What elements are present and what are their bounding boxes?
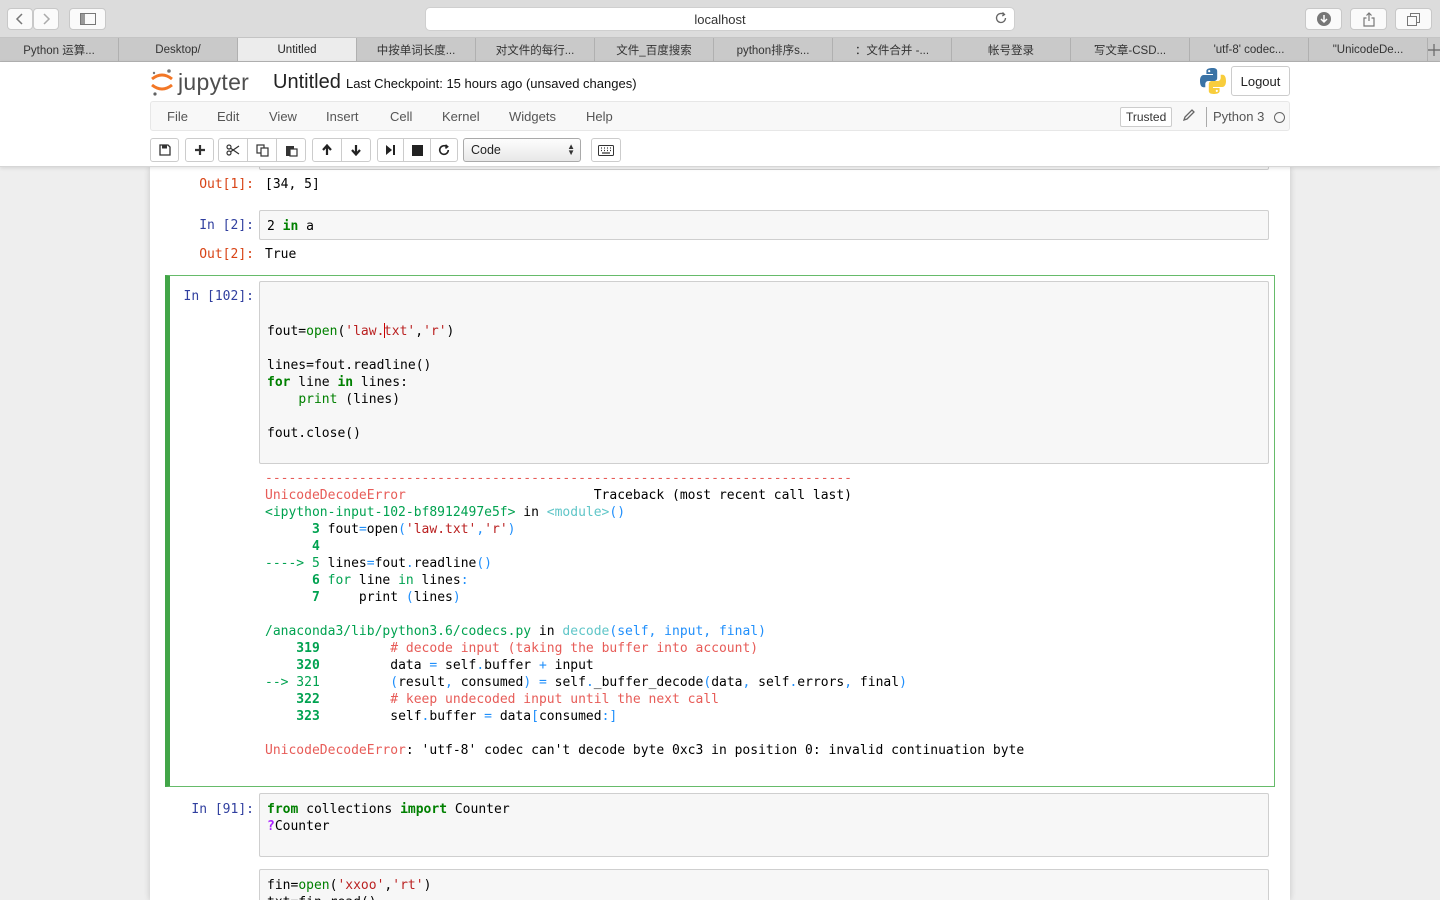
arrow-up-icon xyxy=(322,144,332,155)
address-text: localhost xyxy=(694,11,746,27)
browser-tab[interactable]: 帐号登录 xyxy=(952,38,1071,61)
traceback-output: ----------------------------------------… xyxy=(265,471,1025,758)
kernel-separator xyxy=(1206,107,1207,127)
menu-widgets[interactable]: Widgets xyxy=(509,109,556,124)
chevron-right-icon xyxy=(43,13,51,25)
new-tab-button[interactable] xyxy=(1428,38,1440,61)
browser-tab[interactable]: python排序s... xyxy=(714,38,833,61)
keyboard-icon xyxy=(598,144,614,156)
chevron-left-icon xyxy=(15,13,23,25)
cut-button[interactable] xyxy=(218,138,248,162)
kernel-name: Python 3 xyxy=(1213,109,1265,124)
menu-kernel[interactable]: Kernel xyxy=(442,109,480,124)
insert-cell-button[interactable] xyxy=(185,138,214,162)
paste-button[interactable] xyxy=(276,138,306,162)
checkpoint-status: Last Checkpoint: 15 hours ago (unsaved c… xyxy=(346,76,637,91)
menu-file[interactable]: File xyxy=(167,109,188,124)
trusted-badge[interactable]: Trusted xyxy=(1120,107,1173,127)
logout-button[interactable]: Logout xyxy=(1231,66,1290,96)
jupyter-logo-icon xyxy=(151,69,173,96)
cell-input-area[interactable]: from collections import Counter ?Counter xyxy=(259,793,1269,857)
menubar: File Edit View Insert Cell Kernel Widget… xyxy=(150,101,1290,131)
download-icon xyxy=(1316,12,1331,26)
notebook-container: Out[1]: [34, 5] In [2]: 2 in a Out[2]: T… xyxy=(150,167,1290,900)
tabs-overview-button[interactable] xyxy=(1395,8,1432,30)
browser-titlebar: localhost xyxy=(0,0,1440,38)
browser-tab[interactable]: 写文章-CSD... xyxy=(1071,38,1190,61)
arrow-down-icon xyxy=(351,145,361,156)
plus-icon xyxy=(194,145,205,155)
forward-button[interactable] xyxy=(33,8,59,30)
python-logo-icon xyxy=(1200,68,1226,94)
copy-icon xyxy=(255,143,269,157)
pencil-icon[interactable] xyxy=(1182,108,1196,122)
plus-icon xyxy=(1428,43,1440,56)
cell-output-text: True xyxy=(265,247,297,262)
cell-input-area[interactable]: 2 in a xyxy=(259,210,1269,240)
stop-icon xyxy=(411,144,423,156)
share-icon xyxy=(1362,11,1375,27)
browser-tab[interactable]: ：文件合并 -... xyxy=(833,38,952,61)
restart-icon xyxy=(438,144,450,156)
cell-type-value: Code xyxy=(471,143,501,157)
input-prompt: In [2]: xyxy=(199,218,254,233)
scissors-icon xyxy=(226,144,240,156)
browser-tab[interactable]: Desktop/ xyxy=(119,38,238,61)
output-prompt: Out[2]: xyxy=(199,247,254,262)
menu-cell[interactable]: Cell xyxy=(390,109,412,124)
input-prompt: In [102]: xyxy=(183,289,254,304)
input-prompt: In [91]: xyxy=(191,802,254,817)
jupyter-header: jupyter Untitled Last Checkpoint: 15 hou… xyxy=(0,62,1440,167)
downloads-button[interactable] xyxy=(1305,8,1342,30)
menu-edit[interactable]: Edit xyxy=(217,109,239,124)
cell-input-area[interactable] xyxy=(259,167,1269,170)
browser-tab[interactable]: 文件_百度搜索 xyxy=(595,38,714,61)
code-editor[interactable]: fout=open('law.txt','r') lines=fout.read… xyxy=(259,281,1269,464)
browser-tab-bar: Python 运算... Desktop/ Untitled 中按单词长度...… xyxy=(0,38,1440,62)
back-button[interactable] xyxy=(7,8,33,30)
menu-view[interactable]: View xyxy=(269,109,297,124)
browser-tab-active[interactable]: Untitled xyxy=(238,38,357,61)
run-button[interactable] xyxy=(377,138,404,162)
jupyter-logo-text: jupyter xyxy=(178,68,250,95)
sidebar-icon xyxy=(79,13,96,25)
move-up-button[interactable] xyxy=(312,138,342,162)
restart-kernel-button[interactable] xyxy=(430,138,458,162)
output-prompt: Out[1]: xyxy=(199,177,254,192)
browser-tab[interactable]: Python 运算... xyxy=(0,38,119,61)
save-button[interactable] xyxy=(150,138,179,162)
browser-tab[interactable]: 对文件的每行... xyxy=(476,38,595,61)
kernel-idle-indicator xyxy=(1274,112,1285,123)
notebook-name[interactable]: Untitled xyxy=(273,71,341,94)
reload-icon[interactable] xyxy=(994,11,1008,25)
move-down-button[interactable] xyxy=(341,138,371,162)
menu-insert[interactable]: Insert xyxy=(326,109,359,124)
sidebar-toggle-button[interactable] xyxy=(69,8,106,30)
share-button[interactable] xyxy=(1350,8,1387,30)
cell-input-area[interactable]: fin=open('xxoo','rt') txt=fin.read() xyxy=(259,869,1269,900)
interrupt-button[interactable] xyxy=(403,138,431,162)
cell-type-select[interactable]: Code ▲ ▼ xyxy=(463,138,581,162)
browser-tab[interactable]: 中按单词长度... xyxy=(357,38,476,61)
jupyter-logo[interactable]: jupyter xyxy=(150,68,249,96)
copy-button[interactable] xyxy=(247,138,277,162)
select-arrows-icon: ▲ ▼ xyxy=(567,142,575,157)
tabs-icon xyxy=(1407,12,1420,26)
browser-tab[interactable]: 'utf-8' codec... xyxy=(1190,38,1309,61)
step-forward-icon xyxy=(386,145,395,155)
cell-output-text: [34, 5] xyxy=(265,177,320,192)
menu-help[interactable]: Help xyxy=(586,109,613,124)
command-palette-button[interactable] xyxy=(591,138,621,162)
address-bar[interactable]: localhost xyxy=(425,7,1015,31)
paste-icon xyxy=(285,145,298,157)
browser-tab[interactable]: "UnicodeDe... xyxy=(1309,38,1428,61)
save-icon xyxy=(158,144,171,156)
